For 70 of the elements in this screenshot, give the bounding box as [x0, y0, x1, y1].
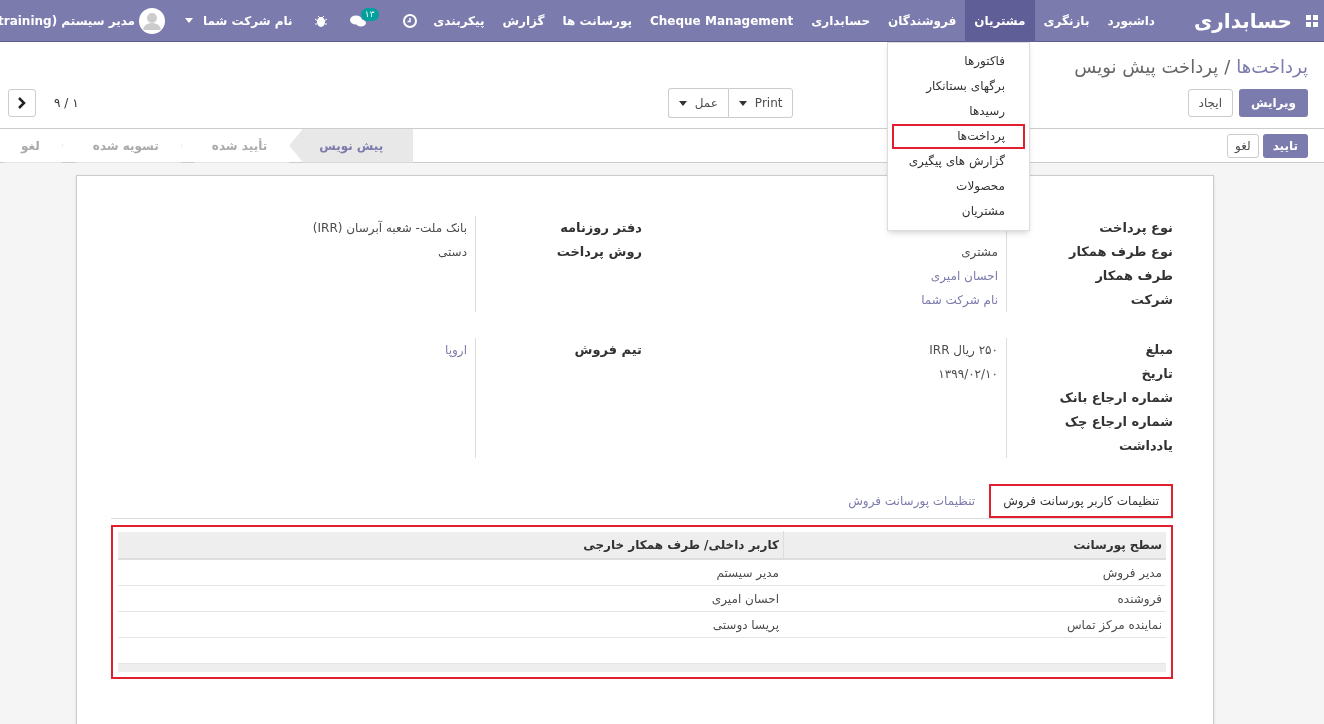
- menu-item[interactable]: پیکربندی: [424, 0, 494, 42]
- table-cell-text: مدیر سیستم: [715, 564, 780, 582]
- menu-item[interactable]: پورسانت ها: [553, 0, 641, 42]
- caret-icon: [678, 100, 687, 106]
- field-label: تاریخ: [1140, 365, 1173, 383]
- caret-icon: [185, 18, 194, 23]
- caret-icon: [738, 100, 747, 106]
- column-header: کاربر داخلی/ طرف همکار خارجی: [582, 537, 780, 554]
- menu-item[interactable]: فروشندگان: [879, 0, 966, 42]
- dropdown-item[interactable]: محصولات: [892, 174, 1025, 199]
- pager-counter: ۱ / ۹: [54, 95, 79, 112]
- create-button[interactable]: ایجاد: [1187, 89, 1233, 117]
- table-cell-text: مدیر فروش: [1101, 564, 1163, 583]
- menu-item[interactable]: گزارش: [493, 0, 554, 42]
- menu-item[interactable]: مشتریان: [965, 0, 1035, 42]
- notification-badge: ۱۳: [360, 7, 379, 21]
- menu-item[interactable]: حسابداری: [802, 0, 880, 42]
- menu-item[interactable]: داشبورد: [1098, 0, 1164, 42]
- next-button[interactable]: [8, 89, 36, 117]
- field-value: ۲۵۰ ریال IRR: [929, 343, 998, 357]
- apps-icon[interactable]: [1306, 14, 1318, 27]
- dropdown-item[interactable]: رسیدها: [892, 99, 1025, 124]
- field-value: دستی: [437, 245, 467, 259]
- field-label: طرف همکار: [1094, 267, 1173, 285]
- field-value[interactable]: اروپا: [445, 343, 467, 357]
- breadcrumb-current: پرداخت پیش نویس: [1074, 54, 1219, 80]
- app-title: حسابداری: [1193, 7, 1292, 35]
- dropdown-item[interactable]: مشتریان: [892, 199, 1025, 224]
- field-label: دفتر روزنامه: [559, 219, 642, 237]
- field-label: شرکت: [1129, 291, 1173, 309]
- field-label: مبلغ: [1144, 341, 1173, 359]
- action-button[interactable]: عمل: [667, 88, 728, 118]
- field-label: تیم فروش: [573, 341, 642, 359]
- tab[interactable]: تنظیمات پورسانت فروش: [834, 484, 990, 518]
- chat-icon[interactable]: [348, 13, 367, 28]
- dropdown-item[interactable]: گزارش های پیگیری: [892, 149, 1025, 174]
- company-switcher[interactable]: نام شرکت شما: [185, 11, 293, 30]
- field-label: شماره ارجاع چک: [1063, 413, 1173, 431]
- field-value[interactable]: احسان امیری: [930, 269, 998, 283]
- bug-icon[interactable]: [314, 13, 327, 28]
- field-value[interactable]: نام شرکت شما: [921, 293, 998, 307]
- dropdown-item[interactable]: فاکتورها: [892, 49, 1025, 74]
- column-header: سطح پورسانت: [783, 531, 1166, 559]
- field-value: بانک ملت- شعبه آبرسان (IRR): [312, 221, 467, 235]
- cancel-button[interactable]: لغو: [1227, 133, 1259, 158]
- status-stage[interactable]: پیش نویس: [289, 128, 414, 163]
- table-cell-text: فروشنده: [1116, 590, 1163, 608]
- field-label: روش پرداخت: [555, 243, 642, 261]
- chevron-icon: [18, 97, 26, 109]
- avatar-icon[interactable]: [139, 7, 166, 34]
- confirm-button[interactable]: تایید: [1262, 133, 1308, 158]
- field-label: یادداشت: [1117, 437, 1173, 455]
- breadcrumb-link[interactable]: پرداخت‌ها: [1236, 52, 1308, 80]
- dropdown-item[interactable]: پرداخت‌ها: [892, 124, 1025, 149]
- table-cell-text: احسان امیری: [710, 590, 780, 608]
- menu-item[interactable]: بازنگری: [1034, 0, 1099, 42]
- field-value: ۱۳۹۹/۰۲/۱۰: [938, 367, 998, 381]
- field-label: نوع پرداخت: [1098, 219, 1173, 237]
- menu-item[interactable]: Cheque Management: [641, 0, 803, 42]
- tab[interactable]: تنظیمات کاربر پورسانت فروش: [989, 484, 1173, 518]
- breadcrumb-separator: /: [1224, 54, 1231, 79]
- dropdown-item[interactable]: برگهای بستانکار: [892, 74, 1025, 99]
- clock-icon[interactable]: [402, 13, 417, 28]
- field-value: مشتری: [961, 245, 998, 259]
- field-label: نوع طرف همکار: [1067, 243, 1173, 261]
- print-button[interactable]: Print: [727, 88, 794, 118]
- table-cell-text: نماینده مرکز تماس: [1065, 616, 1163, 635]
- edit-button[interactable]: ویرایش: [1239, 89, 1308, 117]
- field-label: شماره ارجاع بانک: [1058, 389, 1173, 407]
- table-cell-text: پریسا دوستی: [711, 616, 780, 635]
